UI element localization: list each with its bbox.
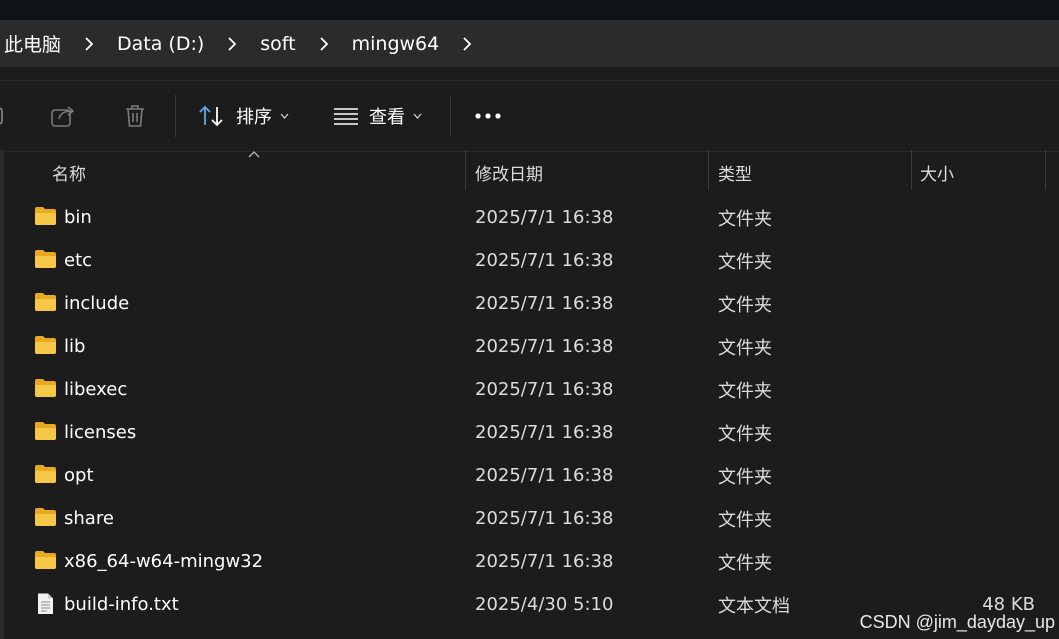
file-name: share: [64, 508, 114, 529]
file-type: 文件夹: [718, 509, 772, 531]
file-modified: 2025/7/1 16:38: [475, 551, 614, 572]
sort-ascending-icon: [248, 151, 260, 158]
file-type: 文件夹: [718, 251, 772, 273]
file-row[interactable]: share 2025/7/1 16:38 文件夹: [0, 497, 1045, 540]
file-name: build-info.txt: [64, 594, 179, 615]
file-type: 文件夹: [718, 423, 772, 445]
file-name: x86_64-w64-mingw32: [64, 551, 264, 572]
column-header-type[interactable]: 类型: [718, 150, 752, 194]
file-type: 文件夹: [718, 337, 772, 359]
column-divider[interactable]: [1045, 150, 1046, 190]
column-header-name[interactable]: 名称: [52, 150, 86, 194]
file-row[interactable]: lib 2025/7/1 16:38 文件夹: [0, 325, 1045, 368]
file-name: lib: [64, 336, 86, 357]
file-type: 文件夹: [718, 552, 772, 574]
file-modified: 2025/4/30 5:10: [475, 594, 614, 615]
watermark: CSDN @jim_dayday_up: [859, 612, 1055, 632]
chevron-right-icon[interactable]: [208, 36, 256, 51]
share-icon[interactable]: [50, 81, 76, 151]
file-row[interactable]: opt 2025/7/1 16:38 文件夹: [0, 454, 1045, 497]
toolbar-separator: [175, 95, 176, 137]
file-modified: 2025/7/1 16:38: [475, 250, 614, 271]
file-name: opt: [64, 465, 94, 486]
more-options-icon[interactable]: [474, 81, 502, 151]
list-view-icon: [334, 108, 358, 125]
toolbar-separator: [450, 95, 451, 137]
file-modified: 2025/7/1 16:38: [475, 207, 614, 228]
file-type: 文件夹: [718, 294, 772, 316]
file-name: etc: [64, 250, 93, 271]
view-button[interactable]: 查看: [333, 81, 422, 151]
file-modified: 2025/7/1 16:38: [475, 379, 614, 400]
chevron-right-icon[interactable]: [65, 36, 113, 51]
command-bar: 排序 查看: [0, 80, 1059, 152]
file-row[interactable]: include 2025/7/1 16:38 文件夹: [0, 282, 1045, 325]
file-row[interactable]: x86_64-w64-mingw32 2025/7/1 16:38 文件夹: [0, 540, 1045, 583]
breadcrumb-mingw64[interactable]: mingw64: [348, 33, 444, 55]
file-modified: 2025/7/1 16:38: [475, 422, 614, 443]
file-type: 文本文档: [718, 595, 790, 617]
file-type: 文件夹: [718, 208, 772, 230]
file-name: bin: [64, 207, 92, 228]
chevron-right-icon[interactable]: [300, 36, 348, 51]
breadcrumb-soft[interactable]: soft: [256, 33, 299, 55]
address-bar[interactable]: 此电脑 Data (D:) soft mingw64: [0, 20, 1059, 67]
sort-icon: [199, 105, 223, 127]
column-header-size[interactable]: 大小: [920, 150, 954, 194]
file-row[interactable]: etc 2025/7/1 16:38 文件夹: [0, 239, 1045, 282]
column-header-row: 名称 修改日期 类型 大小: [0, 150, 1059, 194]
sort-label: 排序: [236, 107, 272, 128]
file-modified: 2025/7/1 16:38: [475, 508, 614, 529]
file-modified: 2025/7/1 16:38: [475, 336, 614, 357]
folder-icon: [35, 379, 56, 397]
file-name: licenses: [64, 422, 137, 443]
folder-icon: [35, 422, 56, 440]
sort-button[interactable]: 排序: [198, 81, 289, 151]
folder-icon: [35, 465, 56, 483]
file-name: libexec: [64, 379, 128, 400]
chevron-down-icon: [280, 113, 289, 119]
file-row[interactable]: licenses 2025/7/1 16:38 文件夹: [0, 411, 1045, 454]
delete-icon[interactable]: [122, 81, 148, 151]
file-row[interactable]: libexec 2025/7/1 16:38 文件夹: [0, 368, 1045, 411]
file-modified: 2025/7/1 16:38: [475, 465, 614, 486]
file-row[interactable]: bin 2025/7/1 16:38 文件夹: [0, 196, 1045, 239]
folder-icon: [35, 293, 56, 311]
file-name: include: [64, 293, 130, 314]
folder-icon: [35, 551, 56, 569]
column-divider[interactable]: [465, 150, 466, 190]
breadcrumb-this-pc[interactable]: 此电脑: [0, 30, 65, 57]
folder-icon: [35, 336, 56, 354]
chevron-right-icon[interactable]: [443, 36, 491, 51]
folder-icon: [35, 250, 56, 268]
view-label: 查看: [369, 107, 405, 128]
file-type: 文件夹: [718, 466, 772, 488]
rename-icon[interactable]: [0, 81, 6, 151]
chevron-down-icon: [413, 113, 422, 119]
column-header-modified[interactable]: 修改日期: [475, 150, 543, 194]
file-list: 名称 修改日期 类型 大小 bin 2025/7/1 16:38 文件夹 etc…: [0, 150, 1059, 639]
breadcrumb-drive[interactable]: Data (D:): [113, 33, 208, 55]
column-divider[interactable]: [911, 150, 912, 190]
file-modified: 2025/7/1 16:38: [475, 293, 614, 314]
folder-icon: [35, 508, 56, 526]
text-file-icon: [38, 593, 53, 614]
file-type: 文件夹: [718, 380, 772, 402]
folder-icon: [35, 207, 56, 225]
column-divider[interactable]: [708, 150, 709, 190]
window-top-strip: [0, 0, 1059, 20]
